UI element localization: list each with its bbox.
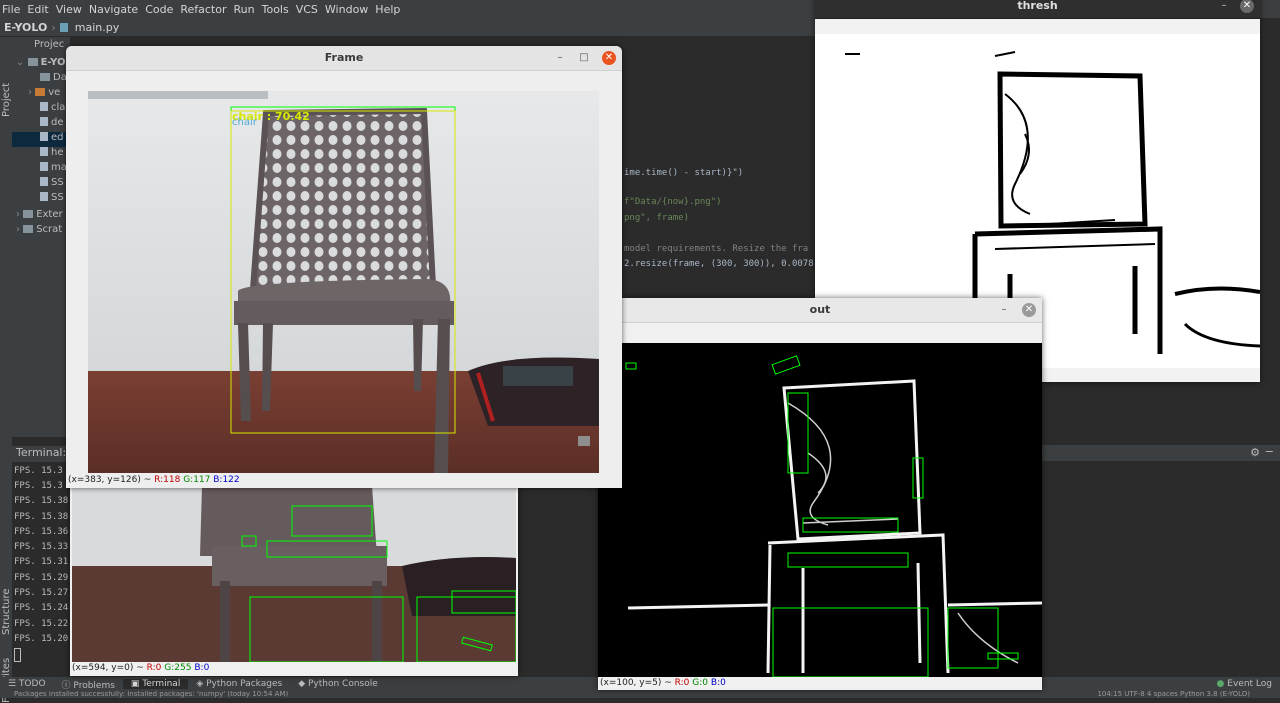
terminal-line: FPS. 15.20	[14, 634, 69, 644]
menu-tools[interactable]: Tools	[260, 3, 294, 16]
terminal-line: FPS. 15.38	[14, 496, 69, 506]
code-line: png", frame)	[624, 213, 690, 223]
editor-scrollbar-gutter	[1260, 37, 1280, 381]
out-edge-image	[598, 343, 1042, 677]
terminal-line: FPS. 15.27	[14, 588, 69, 598]
code-line: model requirements. Resize the fra	[624, 244, 809, 254]
breadcrumb-project[interactable]: E-YOLO	[4, 21, 47, 34]
tab-python-packages[interactable]: ◈ Python Packages	[188, 679, 290, 689]
venv-folder-icon	[35, 88, 46, 96]
library-icon	[23, 210, 34, 218]
svg-text:chair: chair	[232, 117, 258, 128]
opencv-window-back[interactable]: (x=594, y=0) ~ R:0 G:255 B:0	[70, 486, 518, 676]
menu-help[interactable]: Help	[373, 3, 405, 16]
event-log-button[interactable]: ● Event Log	[1209, 679, 1280, 689]
terminal-line: FPS. 15.36	[14, 527, 69, 537]
folder-icon	[40, 73, 50, 81]
terminal-line: FPS. 15.3	[14, 466, 63, 476]
pixel-info-back: (x=594, y=0) ~ R:0 G:255 B:0	[72, 663, 210, 673]
navigation-bar: E-YOLO › main.py	[0, 18, 820, 37]
status-message: Packages installed successfully: Install…	[14, 691, 289, 698]
menu-edit[interactable]: Edit	[25, 3, 53, 16]
tab-python-console[interactable]: ◆ Python Console	[290, 679, 386, 689]
tab-todo[interactable]: ☰ TODO	[0, 679, 54, 689]
window-title-thresh: thresh	[815, 0, 1260, 19]
file-icon	[40, 147, 48, 156]
close-icon[interactable]: ✕	[1022, 303, 1036, 317]
left-tool-strip: Project Structure Favorites	[0, 37, 12, 703]
menu-view[interactable]: View	[54, 3, 87, 16]
minimize-icon[interactable]: –	[998, 304, 1010, 316]
terminal-header: Terminal:	[12, 446, 72, 462]
terminal-line: FPS. 15.33	[14, 542, 69, 552]
terminal-label: Terminal:	[16, 446, 67, 459]
status-bar: Packages installed successfully: Install…	[0, 691, 1280, 698]
file-icon	[40, 177, 48, 186]
menu-code[interactable]: Code	[143, 3, 178, 16]
pixel-info-out: (x=100, y=5) ~ R:0 G:0 B:0	[600, 678, 726, 688]
scratches-icon	[23, 225, 34, 233]
menu-vcs[interactable]: VCS	[294, 3, 323, 16]
window-title-frame: Frame	[66, 46, 622, 71]
opencv-window-frame[interactable]: Frame – □ ✕ chair: 70.42 chair (x=383, …	[66, 46, 622, 488]
pixel-info-frame: (x=383, y=126) ~ R:118 G:117 B:122	[68, 475, 240, 485]
terminal-line: FPS. 15.22	[14, 619, 69, 629]
gear-icon[interactable]: ⚙	[1250, 446, 1260, 459]
tab-problems[interactable]: ⓘ Problems	[54, 678, 123, 691]
file-icon	[40, 117, 48, 126]
status-right: 104:15 UTF-8 4 spaces Python 3.8 (E-YOLO…	[1097, 691, 1250, 698]
code-line: ime.time() - start)}")	[624, 168, 744, 178]
editor-area-right	[1042, 381, 1280, 445]
file-icon	[40, 162, 48, 171]
minimize-icon[interactable]: –	[1218, 0, 1230, 12]
window-title-out: out	[598, 298, 1042, 323]
back-camera-image	[72, 486, 516, 662]
terminal-output[interactable]: FPS. 15.3 FPS. 15.3 FPS. 15.38 FPS. 15.3…	[12, 462, 72, 684]
terminal-line: FPS. 15.3	[14, 481, 63, 491]
tool-window-project[interactable]: Project	[1, 83, 12, 117]
folder-icon	[27, 58, 38, 66]
breadcrumb-separator: ›	[51, 20, 56, 34]
terminal-line: FPS. 15.38	[14, 512, 69, 522]
project-panel: Projec ⌄ E-YO Da › ve cla de ed he ma SS…	[12, 37, 100, 437]
file-icon	[40, 132, 48, 141]
close-icon[interactable]: ✕	[602, 51, 616, 65]
frame-camera-image: chair : 70.42 chair	[88, 91, 599, 473]
menu-navigate[interactable]: Navigate	[87, 3, 143, 16]
menu-file[interactable]: File	[0, 3, 25, 16]
terminal-line: FPS. 15.24	[14, 603, 69, 613]
breadcrumb-file[interactable]: main.py	[75, 21, 119, 34]
file-icon	[40, 102, 48, 111]
code-editor[interactable]: ime.time() - start)}") f"Data/{now}.png"…	[620, 37, 816, 297]
menu-run[interactable]: Run	[232, 3, 260, 16]
file-icon	[40, 192, 48, 201]
python-file-icon	[59, 22, 68, 32]
tool-window-structure[interactable]: Structure	[1, 588, 12, 635]
menu-refactor[interactable]: Refactor	[178, 3, 231, 16]
terminal-cursor	[14, 648, 21, 662]
minimize-icon[interactable]: –	[554, 52, 566, 64]
terminal-header-right: ⚙ −	[1042, 445, 1280, 461]
tab-terminal[interactable]: ▣ Terminal	[122, 679, 189, 689]
minimize-icon[interactable]: −	[1265, 445, 1274, 458]
opencv-window-out[interactable]: out – ✕ (x=100, y=5) ~ R:0 G:0 B:0	[598, 298, 1042, 690]
code-line: f"Data/{now}.png")	[624, 197, 722, 207]
maximize-icon[interactable]: □	[578, 52, 590, 64]
code-line: 2.resize(frame, (300, 300)), 0.0078	[624, 259, 814, 269]
terminal-line: FPS. 15.31	[14, 557, 69, 567]
menu-window[interactable]: Window	[323, 3, 373, 16]
terminal-line: FPS. 15.29	[14, 573, 69, 583]
